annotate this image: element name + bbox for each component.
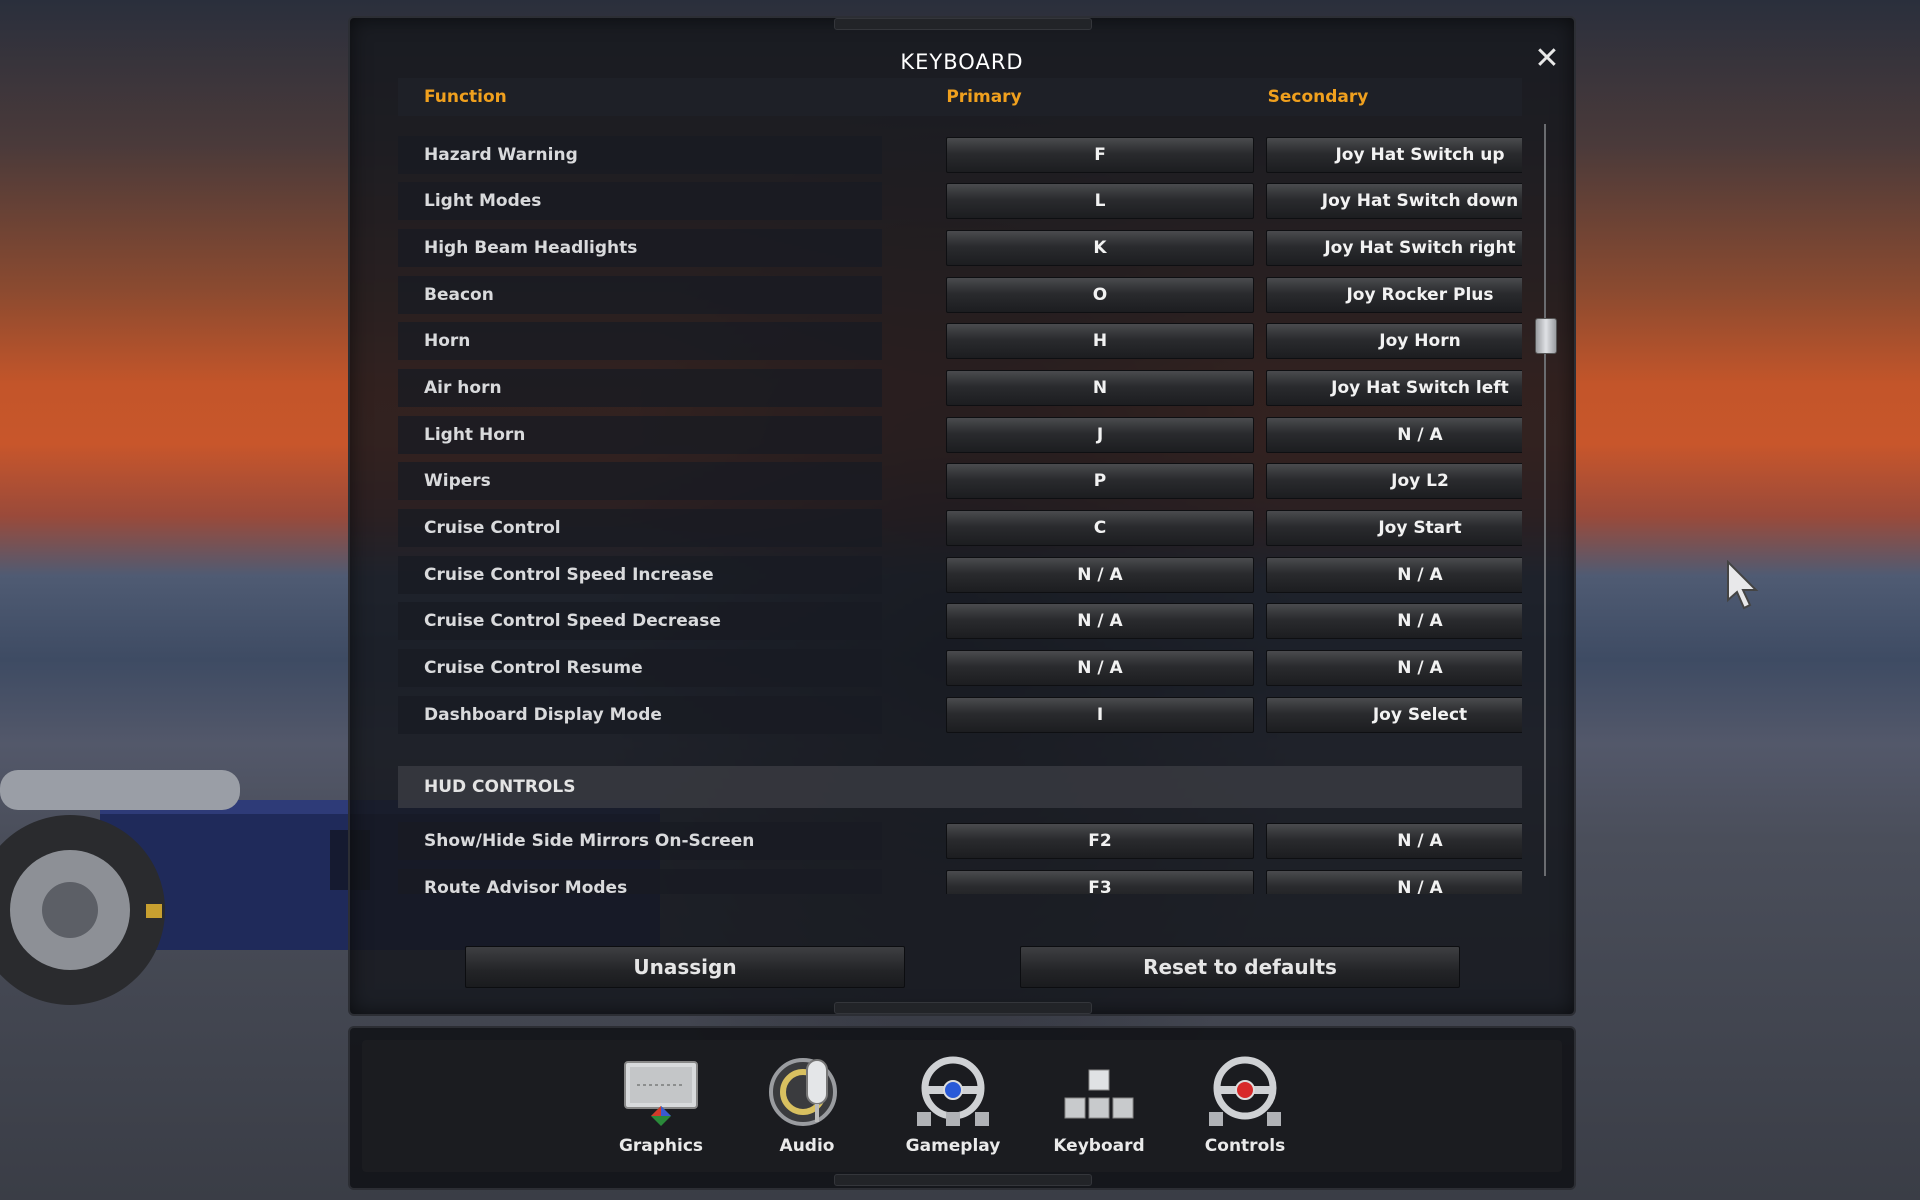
close-icon[interactable]: ✕ bbox=[1530, 42, 1564, 76]
primary-key-button[interactable]: F2 bbox=[946, 823, 1254, 859]
secondary-key-button[interactable]: N / A bbox=[1266, 823, 1522, 859]
header-secondary: Secondary bbox=[1267, 87, 1369, 107]
function-label: Cruise Control bbox=[398, 509, 882, 547]
function-label: Beacon bbox=[398, 276, 882, 314]
table-row[interactable]: Air horn N Joy Hat Switch left bbox=[398, 369, 1522, 407]
primary-key-button[interactable]: H bbox=[946, 323, 1254, 359]
scrollbar-track[interactable] bbox=[1544, 124, 1546, 876]
primary-key-button[interactable]: N bbox=[946, 370, 1254, 406]
function-label: Air horn bbox=[398, 369, 882, 407]
primary-key-button[interactable]: P bbox=[946, 463, 1254, 499]
secondary-key-button[interactable]: N / A bbox=[1266, 603, 1522, 639]
dialog-title: KEYBOARD bbox=[900, 50, 1024, 74]
header-function: Function bbox=[424, 87, 507, 107]
table-row[interactable]: Route Advisor Modes F3 N / A bbox=[398, 869, 1522, 894]
table-row[interactable]: Show/Hide Side Mirrors On-Screen F2 N / … bbox=[398, 822, 1522, 860]
nav-item-keyboard[interactable]: Keyboard bbox=[1044, 1056, 1154, 1176]
nav-label-audio: Audio bbox=[779, 1136, 835, 1156]
unassign-button[interactable]: Unassign bbox=[465, 946, 905, 988]
nav-label-gameplay: Gameplay bbox=[905, 1136, 1001, 1156]
primary-key-button[interactable]: N / A bbox=[946, 650, 1254, 686]
table-row[interactable]: Cruise Control Resume N / A N / A bbox=[398, 649, 1522, 687]
function-label: High Beam Headlights bbox=[398, 229, 882, 267]
mouse-cursor-icon bbox=[1727, 560, 1759, 610]
primary-key-button[interactable]: F3 bbox=[946, 870, 1254, 894]
function-label: Dashboard Display Mode bbox=[398, 696, 882, 734]
secondary-key-button[interactable]: Joy Select bbox=[1266, 697, 1522, 733]
primary-key-button[interactable]: L bbox=[946, 183, 1254, 219]
table-row[interactable]: Wipers P Joy L2 bbox=[398, 462, 1522, 500]
steering-wheel-red-icon bbox=[1209, 1056, 1281, 1126]
table-row[interactable]: Horn H Joy Horn bbox=[398, 322, 1522, 360]
reset-to-defaults-button[interactable]: Reset to defaults bbox=[1020, 946, 1460, 988]
primary-key-button[interactable]: C bbox=[946, 510, 1254, 546]
secondary-key-button[interactable]: Joy Hat Switch down bbox=[1266, 183, 1522, 219]
nav-item-gameplay[interactable]: Gameplay bbox=[898, 1056, 1008, 1176]
secondary-key-button[interactable]: N / A bbox=[1266, 870, 1522, 894]
function-label: Hazard Warning bbox=[398, 136, 882, 174]
microphone-icon bbox=[769, 1058, 837, 1126]
table-row[interactable]: High Beam Headlights K Joy Hat Switch ri… bbox=[398, 229, 1522, 267]
nav-label-graphics: Graphics bbox=[618, 1136, 704, 1156]
function-label: Cruise Control Speed Decrease bbox=[398, 602, 882, 640]
secondary-key-button[interactable]: N / A bbox=[1266, 417, 1522, 453]
primary-key-button[interactable]: K bbox=[946, 230, 1254, 266]
table-row[interactable]: Dashboard Display Mode I Joy Select bbox=[398, 696, 1522, 734]
nav-label-controls: Controls bbox=[1204, 1136, 1286, 1156]
function-label: Light Horn bbox=[398, 416, 882, 454]
header-primary: Primary bbox=[946, 87, 1022, 107]
secondary-key-button[interactable]: Joy Hat Switch right bbox=[1266, 230, 1522, 266]
secondary-key-button[interactable]: Joy Hat Switch up bbox=[1266, 137, 1522, 173]
table-row[interactable]: Cruise Control C Joy Start bbox=[398, 509, 1522, 547]
dialog-bottom-handle bbox=[834, 1002, 1092, 1014]
dialog-top-handle bbox=[834, 18, 1092, 30]
secondary-key-button[interactable]: Joy Rocker Plus bbox=[1266, 277, 1522, 313]
function-label: Light Modes bbox=[398, 182, 882, 220]
function-label: Horn bbox=[398, 322, 882, 360]
nav-item-audio[interactable]: Audio bbox=[752, 1056, 862, 1176]
function-label: Wipers bbox=[398, 462, 882, 500]
primary-key-button[interactable]: N / A bbox=[946, 603, 1254, 639]
primary-key-button[interactable]: I bbox=[946, 697, 1254, 733]
function-label: Route Advisor Modes bbox=[398, 869, 882, 894]
steering-wheel-blue-icon bbox=[917, 1056, 989, 1126]
nav-item-controls[interactable]: Controls bbox=[1190, 1056, 1300, 1176]
secondary-key-button[interactable]: Joy Hat Switch left bbox=[1266, 370, 1522, 406]
function-label: Cruise Control Speed Increase bbox=[398, 556, 882, 594]
primary-key-button[interactable]: J bbox=[946, 417, 1254, 453]
table-row[interactable]: Cruise Control Speed Increase N / A N / … bbox=[398, 556, 1522, 594]
secondary-key-button[interactable]: Joy Start bbox=[1266, 510, 1522, 546]
primary-key-button[interactable]: O bbox=[946, 277, 1254, 313]
keys-icon bbox=[1064, 1069, 1134, 1119]
scrollbar-thumb[interactable] bbox=[1535, 318, 1557, 354]
secondary-key-button[interactable]: Joy Horn bbox=[1266, 323, 1522, 359]
monitor-icon bbox=[624, 1061, 698, 1126]
table-row[interactable]: Light Modes L Joy Hat Switch down bbox=[398, 182, 1522, 220]
function-label: Show/Hide Side Mirrors On-Screen bbox=[398, 822, 882, 860]
table-row[interactable]: Cruise Control Speed Decrease N / A N / … bbox=[398, 602, 1522, 640]
nav-label-keyboard: Keyboard bbox=[1053, 1136, 1145, 1156]
section-header-hud-controls: HUD CONTROLS bbox=[398, 766, 1522, 808]
nav-item-graphics[interactable]: Graphics bbox=[606, 1056, 716, 1176]
secondary-key-button[interactable]: N / A bbox=[1266, 557, 1522, 593]
primary-key-button[interactable]: N / A bbox=[946, 557, 1254, 593]
secondary-key-button[interactable]: Joy L2 bbox=[1266, 463, 1522, 499]
settings-category-bar: Graphics Audio Gameplay Keyboard Control… bbox=[348, 1026, 1576, 1190]
function-label: Cruise Control Resume bbox=[398, 649, 882, 687]
table-row[interactable]: Light Horn J N / A bbox=[398, 416, 1522, 454]
bindings-list[interactable]: Hazard Warning F Joy Hat Switch up Light… bbox=[398, 122, 1522, 894]
table-row[interactable]: Hazard Warning F Joy Hat Switch up bbox=[398, 136, 1522, 174]
table-header: Function Primary Secondary bbox=[398, 78, 1522, 116]
primary-key-button[interactable]: F bbox=[946, 137, 1254, 173]
table-row[interactable]: Beacon O Joy Rocker Plus bbox=[398, 276, 1522, 314]
keyboard-settings-dialog: KEYBOARD ✕ Function Primary Secondary Ha… bbox=[348, 16, 1576, 1016]
secondary-key-button[interactable]: N / A bbox=[1266, 650, 1522, 686]
